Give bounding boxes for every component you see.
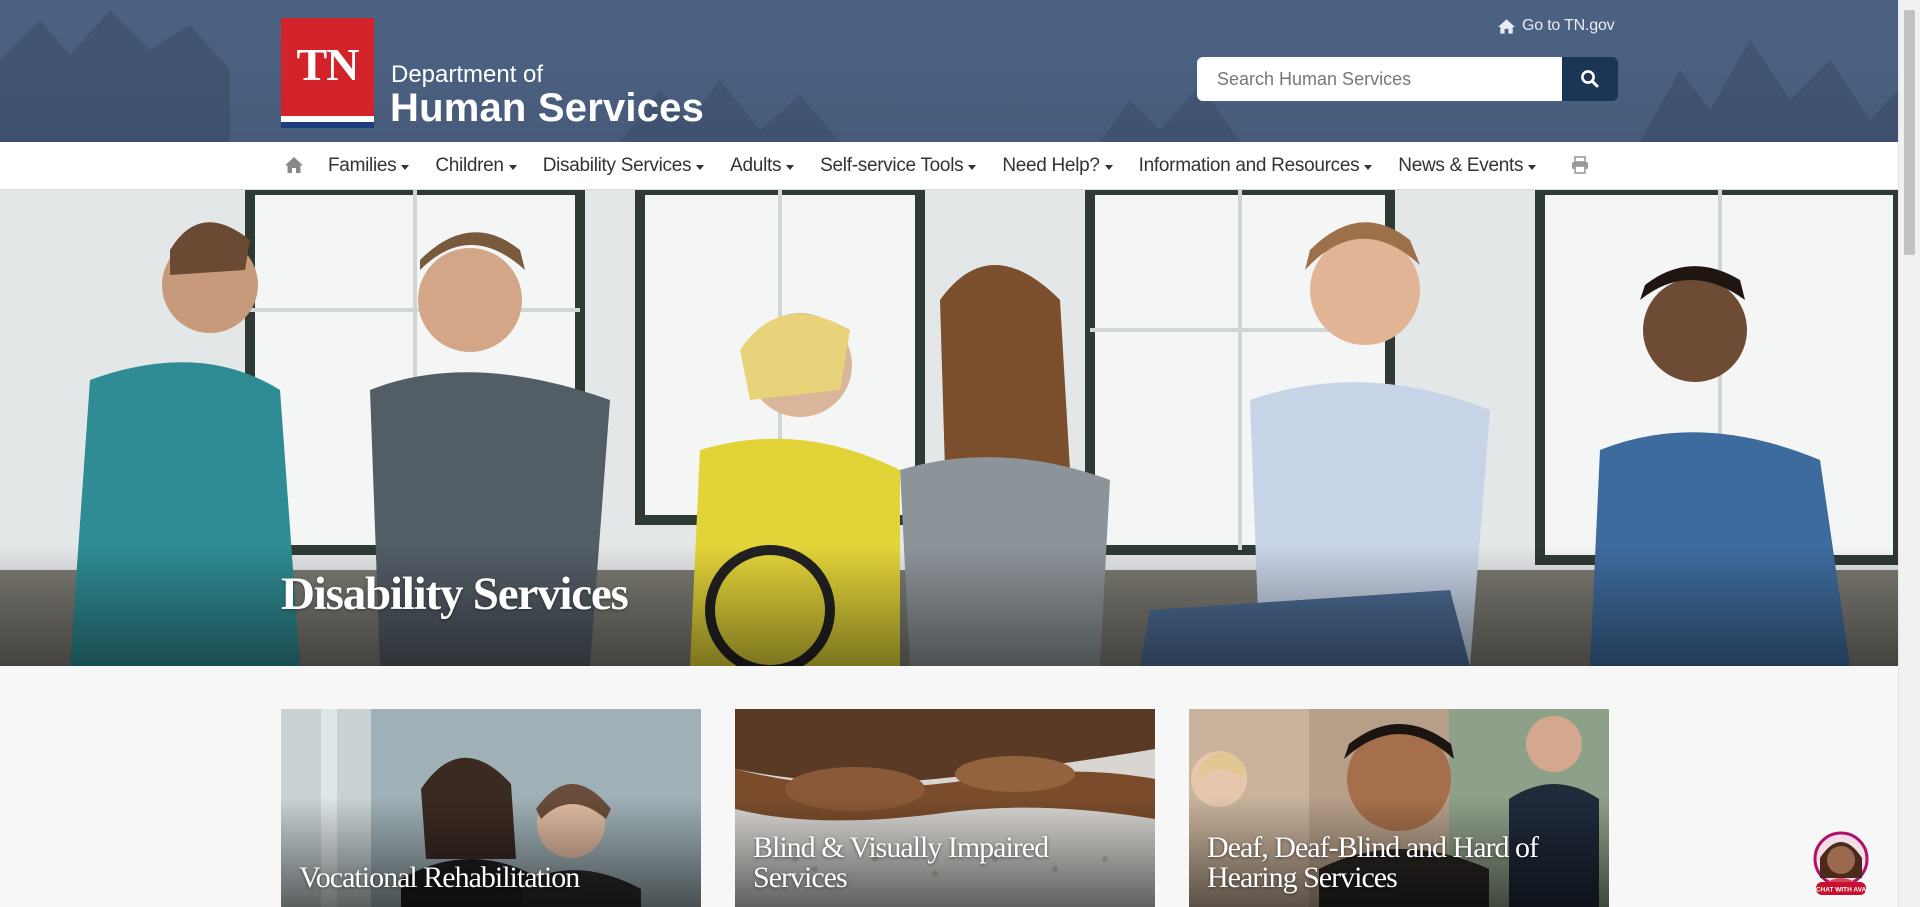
chat-with-ava-button[interactable]: CHAT WITH AVA	[1810, 828, 1872, 900]
caret-down-icon	[1104, 164, 1113, 170]
nav-item-label: News & Events	[1398, 155, 1524, 176]
logo-text: TN	[296, 39, 360, 90]
home-icon[interactable]	[284, 156, 304, 174]
nav-item-adults[interactable]: Adults	[717, 142, 807, 190]
main-nav: Families Children Disability Services Ad…	[0, 142, 1898, 190]
nav-item-families[interactable]: Families	[315, 142, 422, 190]
hero-banner: Disability Services	[0, 190, 1898, 666]
card-deaf-hard-of-hearing[interactable]: Deaf, Deaf-Blind and Hard of Hearing Ser…	[1189, 709, 1609, 907]
nav-item-information-and-resources[interactable]: Information and Resources	[1126, 142, 1386, 190]
department-name-line1[interactable]: Department of	[391, 61, 543, 89]
nav-item-news-and-events[interactable]: News & Events	[1385, 142, 1549, 190]
card-vocational-rehabilitation[interactable]: Vocational Rehabilitation	[281, 709, 701, 907]
nav-item-label: Families	[328, 155, 397, 176]
search-button[interactable]	[1562, 57, 1618, 101]
nav-item-label: Adults	[730, 155, 782, 176]
nav-item-children[interactable]: Children	[422, 142, 529, 190]
chat-badge-text: CHAT WITH AVA	[1816, 887, 1867, 894]
ava-avatar-icon: CHAT WITH AVA	[1813, 831, 1869, 895]
go-to-tn-gov-link[interactable]: Go to TN.gov	[1497, 17, 1615, 35]
nav-item-label: Children	[435, 155, 504, 176]
hero-title: Disability Services	[281, 568, 629, 620]
scrollbar-thumb[interactable]	[1904, 10, 1915, 255]
nav-item-disability-services[interactable]: Disability Services	[530, 142, 717, 190]
caret-down-icon	[696, 164, 705, 170]
caret-down-icon	[508, 164, 517, 170]
card-title: Deaf, Deaf-Blind and Hard of Hearing Ser…	[1207, 831, 1539, 894]
nav-menu: Families Children Disability Services Ad…	[315, 142, 1549, 190]
card-title: Blind & Visually Impaired Services	[753, 831, 1049, 894]
caret-down-icon	[1364, 164, 1373, 170]
go-to-tn-gov-label: Go to TN.gov	[1522, 17, 1615, 34]
nav-item-label: Disability Services	[542, 155, 692, 176]
department-name-line2[interactable]: Human Services	[390, 86, 704, 131]
nav-item-need-help[interactable]: Need Help?	[989, 142, 1125, 190]
tn-logo[interactable]: TN	[281, 18, 374, 128]
service-cards: Vocational Rehabilitation Blind & Visual…	[281, 709, 1609, 907]
caret-down-icon	[968, 164, 977, 170]
nav-item-self-service-tools[interactable]: Self-service Tools	[807, 142, 989, 190]
caret-down-icon	[401, 164, 410, 170]
card-blind-visually-impaired[interactable]: Blind & Visually Impaired Services	[735, 709, 1155, 907]
caret-down-icon	[1528, 164, 1537, 170]
nav-item-label: Self-service Tools	[820, 155, 964, 176]
caret-down-icon	[786, 164, 795, 170]
search-icon	[1581, 70, 1599, 88]
search-input[interactable]	[1197, 57, 1562, 101]
card-title: Vocational Rehabilitation	[299, 861, 580, 894]
nav-item-label: Need Help?	[1002, 155, 1100, 176]
print-icon[interactable]	[1571, 156, 1589, 174]
page-scrollbar[interactable]	[1898, 0, 1920, 907]
nav-item-label: Information and Resources	[1138, 155, 1360, 176]
search-bar	[1197, 57, 1618, 101]
home-icon	[1497, 18, 1516, 34]
site-header: TN Department of Human Services Go to TN…	[0, 0, 1898, 142]
